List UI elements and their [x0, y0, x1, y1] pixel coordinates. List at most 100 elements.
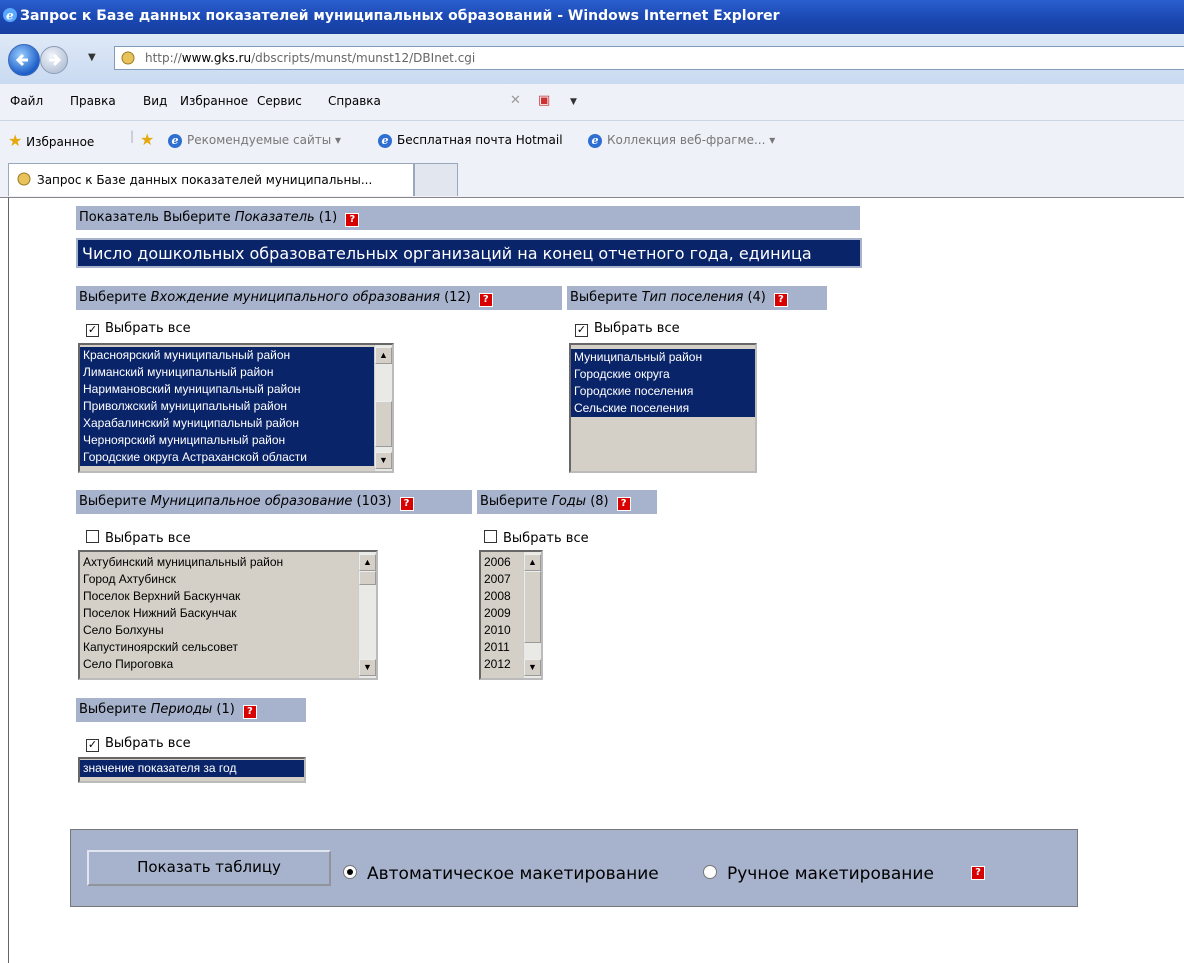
list-item[interactable]: Городские округа Астраханской области — [80, 449, 392, 466]
menu-view[interactable]: Вид — [143, 94, 167, 108]
help-icon[interactable]: ? — [242, 705, 257, 719]
list-item[interactable]: Приволжский муниципальный район — [80, 398, 392, 415]
help-icon[interactable]: ? — [773, 293, 788, 307]
scroll-down-icon[interactable]: ▼ — [359, 659, 376, 676]
checkbox-checked[interactable]: ✓ — [575, 324, 588, 337]
years-listbox[interactable]: 2006 2007 2008 2009 2010 2011 2012 ▲ ▼ — [479, 550, 543, 680]
list-item[interactable]: Село Болхуны — [80, 622, 376, 639]
window-titlebar: e Запрос к Базе данных показателей муниц… — [0, 0, 1184, 34]
list-item[interactable]: 2009 — [481, 605, 521, 622]
list-item[interactable]: значение показателя за год — [80, 760, 304, 777]
checkbox-checked[interactable]: ✓ — [86, 739, 99, 752]
menu-help[interactable]: Справка — [328, 94, 381, 108]
municipality-group-select-all[interactable]: ✓ Выбрать все — [86, 321, 191, 337]
scrollbar[interactable]: ▲ ▼ — [358, 552, 376, 678]
scroll-down-icon[interactable]: ▼ — [375, 452, 392, 469]
list-item[interactable]: 2006 — [481, 554, 521, 571]
settlement-type-listbox[interactable]: Муниципальный район Городские округа Гор… — [569, 343, 757, 473]
scrollbar-thumb[interactable] — [359, 571, 376, 585]
checkbox-unchecked[interactable] — [86, 530, 99, 543]
list-item[interactable]: 2011 — [481, 639, 521, 656]
favorites-button[interactable]: ★ Избранное — [8, 131, 94, 150]
municipality-select-all[interactable]: Выбрать все — [86, 530, 191, 546]
checkbox-unchecked[interactable] — [484, 530, 497, 543]
svg-text:e: e — [6, 9, 14, 23]
indicator-header: Показатель Выберите Показатель (1)? — [76, 206, 860, 230]
menu-edit[interactable]: Правка — [70, 94, 116, 108]
indicator-selected-option[interactable]: Число дошкольных образовательных организ… — [82, 244, 812, 263]
favorites-item-hotmail[interactable]: e Бесплатная почта Hotmail — [378, 133, 563, 148]
help-icon[interactable]: ? — [971, 866, 985, 880]
scroll-up-icon[interactable]: ▲ — [524, 554, 541, 571]
close-icon[interactable]: ✕ — [510, 93, 521, 108]
ie-icon: e — [168, 134, 182, 148]
municipality-listbox[interactable]: Ахтубинский муниципальный район Город Ах… — [78, 550, 378, 680]
list-item[interactable]: Городские поселения — [571, 383, 755, 400]
menu-tools[interactable]: Сервис — [257, 94, 302, 108]
new-tab-button[interactable] — [414, 163, 458, 196]
help-icon[interactable]: ? — [616, 497, 631, 511]
menu-file[interactable]: Файл — [10, 94, 43, 108]
add-favorite-star-icon[interactable]: ★ — [140, 130, 154, 149]
list-item[interactable]: 2008 — [481, 588, 521, 605]
auto-layout-radio[interactable]: Автоматическое макетирование — [343, 864, 659, 884]
list-item[interactable]: Сельские поселения — [571, 400, 755, 417]
settlement-type-header: Выберите Тип поселения (4)? — [567, 286, 827, 310]
list-item[interactable]: Черноярский муниципальный район — [80, 432, 392, 449]
scroll-down-icon[interactable]: ▼ — [524, 659, 541, 676]
years-select-all[interactable]: Выбрать все — [484, 530, 589, 546]
list-item[interactable]: 2010 — [481, 622, 521, 639]
scrollbar[interactable]: ▲ ▼ — [374, 345, 392, 471]
periods-header: Выберите Периоды (1)? — [76, 698, 306, 722]
list-item[interactable]: Лиманский муниципальный район — [80, 364, 392, 381]
list-item[interactable]: Село Пироговка — [80, 656, 376, 673]
favorites-item-webslices[interactable]: e Коллекция веб-фрагме... ▾ — [588, 133, 775, 148]
menu-favorites[interactable]: Избранное — [180, 94, 248, 108]
recent-pages-chevron-down-icon[interactable]: ▼ — [88, 52, 96, 63]
list-item[interactable]: Муниципальный район — [571, 349, 755, 366]
list-item[interactable]: Красноярский муниципальный район — [80, 347, 392, 364]
tab-active[interactable]: Запрос к Базе данных показателей муницип… — [8, 163, 414, 196]
forward-button[interactable] — [40, 46, 68, 74]
address-field[interactable]: http://www.gks.ru/dbscripts/munst/munst1… — [114, 46, 1184, 70]
list-item[interactable]: Ахтубинский муниципальный район — [80, 554, 376, 571]
periods-listbox[interactable]: значение показателя за год — [78, 757, 306, 783]
list-item[interactable]: Поселок Верхний Баскунчак — [80, 588, 376, 605]
back-button[interactable] — [8, 44, 40, 76]
star-icon: ★ — [8, 131, 23, 150]
list-item[interactable]: Городские округа — [571, 366, 755, 383]
show-table-button[interactable]: Показать таблицу — [87, 850, 331, 886]
municipality-group-listbox[interactable]: Красноярский муниципальный район Лиманск… — [78, 343, 394, 473]
list-item[interactable]: Капустиноярский сельсовет — [80, 639, 376, 656]
toolbar-separator: | — [130, 129, 135, 143]
settlement-type-select-all[interactable]: ✓ Выбрать все — [575, 321, 680, 337]
checkbox-checked[interactable]: ✓ — [86, 324, 99, 337]
list-item[interactable]: Город Ахтубинск — [80, 571, 376, 588]
manual-layout-radio[interactable]: Ручное макетирование — [703, 864, 934, 884]
scrollbar-thumb[interactable] — [524, 571, 541, 643]
help-icon[interactable]: ? — [399, 497, 414, 511]
scroll-up-icon[interactable]: ▲ — [375, 347, 392, 364]
scrollbar[interactable]: ▲ ▼ — [523, 552, 541, 678]
list-item[interactable]: 2012 — [481, 656, 521, 673]
pdf-tool-icon[interactable]: ▣ — [538, 93, 550, 108]
favorites-item-suggested[interactable]: e Рекомендуемые сайты ▾ — [168, 133, 341, 148]
list-item[interactable]: Поселок Нижний Баскунчак — [80, 605, 376, 622]
help-icon[interactable]: ? — [478, 293, 493, 307]
list-item[interactable]: Харабалинский муниципальный район — [80, 415, 392, 432]
ie-logo-icon: e — [3, 8, 17, 23]
radio-unselected[interactable] — [703, 865, 717, 879]
scrollbar-thumb[interactable] — [375, 401, 392, 447]
manual-layout-label: Ручное макетирование — [727, 864, 934, 884]
submit-panel: Показать таблицу Автоматическое макетиро… — [70, 829, 1078, 907]
pdf-tool-dropdown-icon[interactable]: ▼ — [570, 97, 577, 107]
scroll-up-icon[interactable]: ▲ — [359, 554, 376, 571]
page-left-border — [8, 197, 9, 963]
list-item[interactable]: 2007 — [481, 571, 521, 588]
indicator-select[interactable]: Число дошкольных образовательных организ… — [76, 238, 862, 268]
radio-selected[interactable] — [343, 865, 357, 879]
periods-select-all[interactable]: ✓ Выбрать все — [86, 736, 191, 752]
favorites-bar: ★ Избранное | ★ e Рекомендуемые сайты ▾ e… — [0, 121, 1184, 160]
help-icon[interactable]: ? — [345, 213, 360, 227]
list-item[interactable]: Наримановский муниципальный район — [80, 381, 392, 398]
